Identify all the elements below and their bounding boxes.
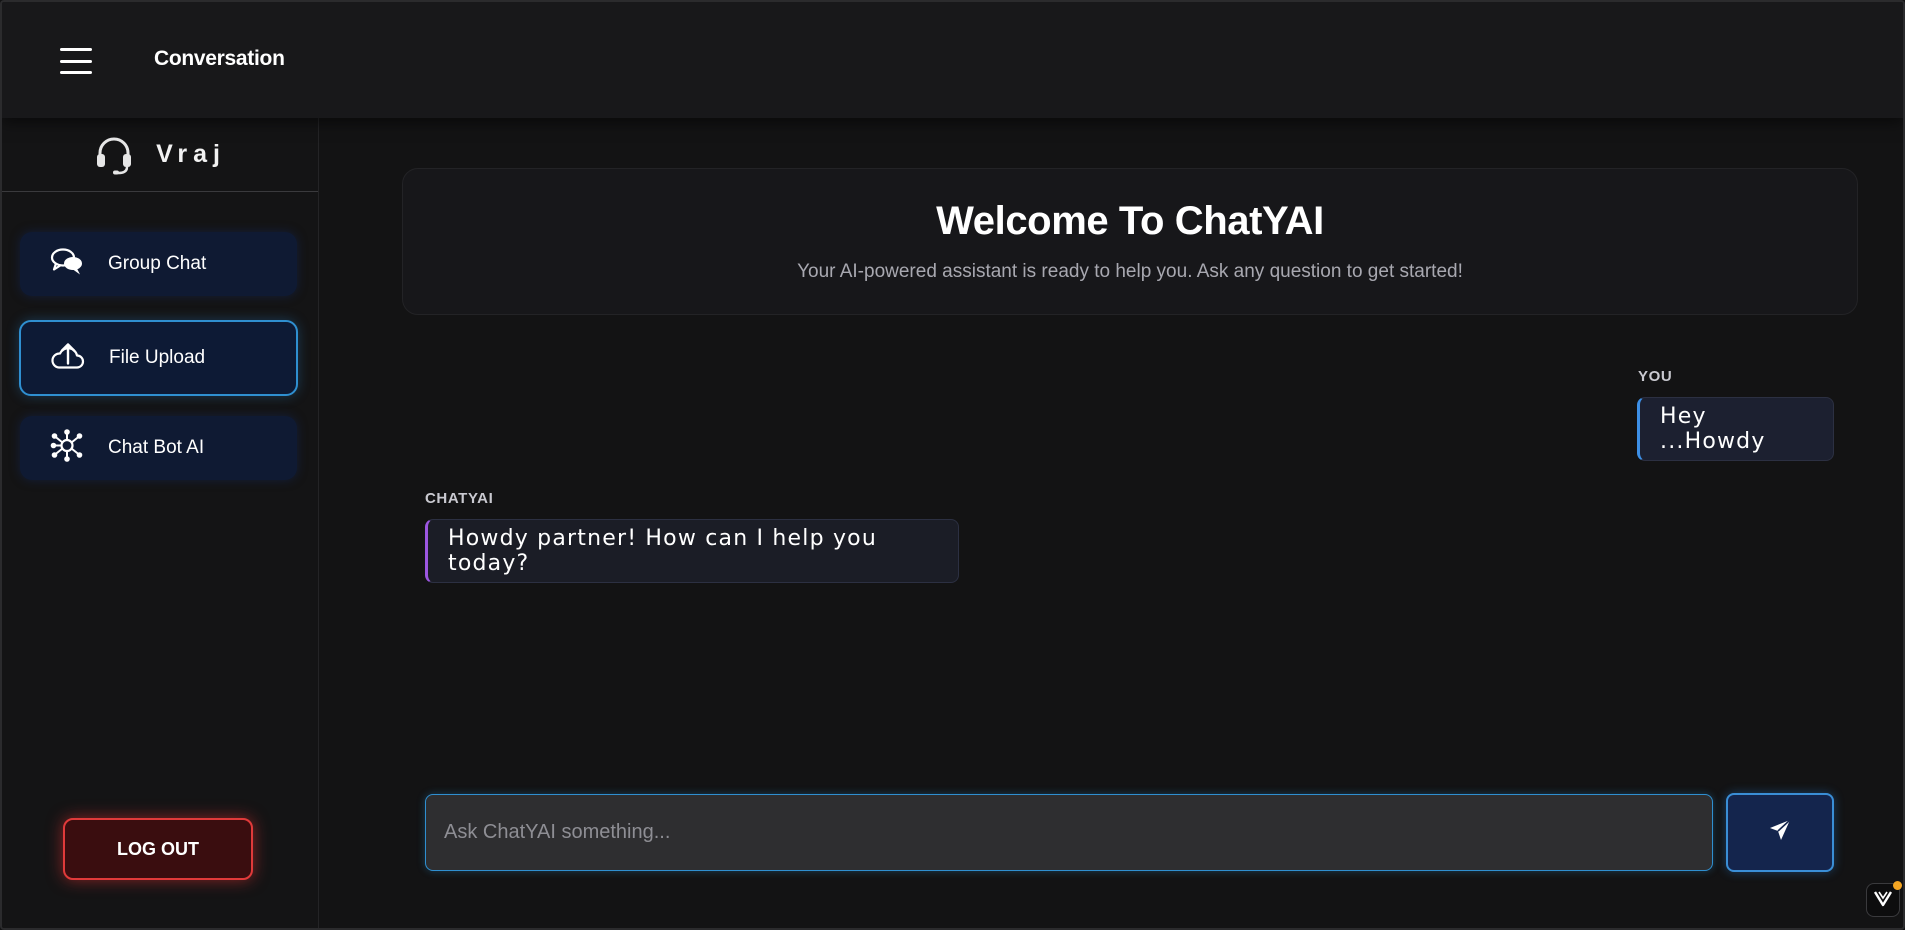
user-name: Vraj bbox=[156, 140, 226, 168]
sidebar-item-label: File Upload bbox=[109, 347, 206, 368]
notification-dot bbox=[1893, 881, 1902, 890]
headset-icon bbox=[94, 135, 134, 175]
chat-bubbles-icon bbox=[50, 247, 84, 282]
welcome-title: Welcome To ChatYAI bbox=[936, 199, 1324, 243]
logout-button[interactable]: LOG OUT bbox=[63, 818, 253, 880]
message-input[interactable] bbox=[426, 795, 1712, 870]
welcome-subtitle: Your AI-powered assistant is ready to he… bbox=[797, 261, 1463, 282]
sidebar-item-label: Chat Bot AI bbox=[108, 437, 205, 458]
sidebar-brand: Vraj bbox=[2, 118, 318, 192]
sidebar: Vraj Group Chat File Upload Chat Bot AI … bbox=[2, 118, 319, 928]
welcome-card: Welcome To ChatYAI Your AI-powered assis… bbox=[402, 168, 1858, 315]
top-bar: Conversation bbox=[2, 2, 1903, 118]
page-title: Conversation bbox=[154, 47, 285, 70]
app-window: Conversation Vraj Group Chat File Upload… bbox=[0, 0, 1905, 930]
vivaldi-icon bbox=[1872, 887, 1894, 914]
paper-plane-icon bbox=[1768, 818, 1792, 847]
sidebar-item-label: Group Chat bbox=[108, 253, 207, 274]
ai-message-bubble: Howdy partner! How can I help you today? bbox=[425, 519, 959, 583]
message-sender-label: CHATYAI bbox=[425, 490, 494, 507]
network-nodes-icon bbox=[50, 429, 84, 468]
message-input-container bbox=[425, 794, 1713, 871]
user-message-bubble: Hey ...Howdy bbox=[1637, 397, 1834, 461]
message-sender-label: YOU bbox=[1638, 368, 1673, 385]
sidebar-item-file-upload[interactable]: File Upload bbox=[19, 320, 298, 396]
sidebar-item-chat-bot-ai[interactable]: Chat Bot AI bbox=[20, 416, 297, 480]
extension-widget[interactable] bbox=[1866, 881, 1902, 917]
hamburger-menu-icon[interactable] bbox=[60, 48, 92, 74]
cloud-upload-icon bbox=[51, 340, 85, 377]
send-button[interactable] bbox=[1726, 793, 1834, 872]
sidebar-item-group-chat[interactable]: Group Chat bbox=[20, 232, 297, 296]
